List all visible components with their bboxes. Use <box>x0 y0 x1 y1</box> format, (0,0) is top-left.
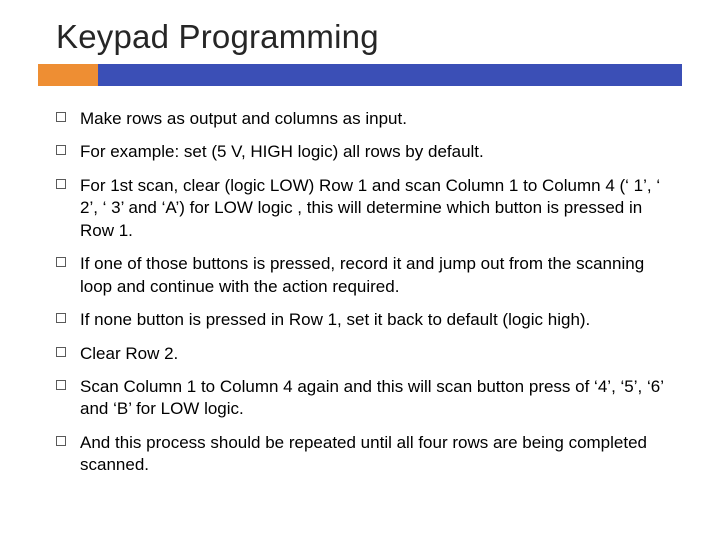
list-item: For 1st scan, clear (logic LOW) Row 1 an… <box>56 175 678 242</box>
list-item: Scan Column 1 to Column 4 again and this… <box>56 376 678 421</box>
list-item: Make rows as output and columns as input… <box>56 108 678 130</box>
bullet-text: Scan Column 1 to Column 4 again and this… <box>80 377 663 418</box>
list-item: Clear Row 2. <box>56 343 678 365</box>
bullet-text: Clear Row 2. <box>80 344 178 363</box>
slide: Keypad Programming Make rows as output a… <box>0 0 720 540</box>
list-item: And this process should be repeated unti… <box>56 432 678 477</box>
bullet-text: If none button is pressed in Row 1, set … <box>80 310 590 329</box>
accent-orange <box>38 64 98 86</box>
list-item: If none button is pressed in Row 1, set … <box>56 309 678 331</box>
page-title: Keypad Programming <box>56 18 682 56</box>
bullet-text: Make rows as output and columns as input… <box>80 109 407 128</box>
bullet-text: For 1st scan, clear (logic LOW) Row 1 an… <box>80 176 660 240</box>
accent-blue <box>98 64 682 86</box>
list-item: For example: set (5 V, HIGH logic) all r… <box>56 141 678 163</box>
bullet-list: Make rows as output and columns as input… <box>38 108 682 477</box>
bullet-text: And this process should be repeated unti… <box>80 433 647 474</box>
title-underline <box>38 64 682 86</box>
bullet-text: For example: set (5 V, HIGH logic) all r… <box>80 142 484 161</box>
list-item: If one of those buttons is pressed, reco… <box>56 253 678 298</box>
bullet-text: If one of those buttons is pressed, reco… <box>80 254 644 295</box>
